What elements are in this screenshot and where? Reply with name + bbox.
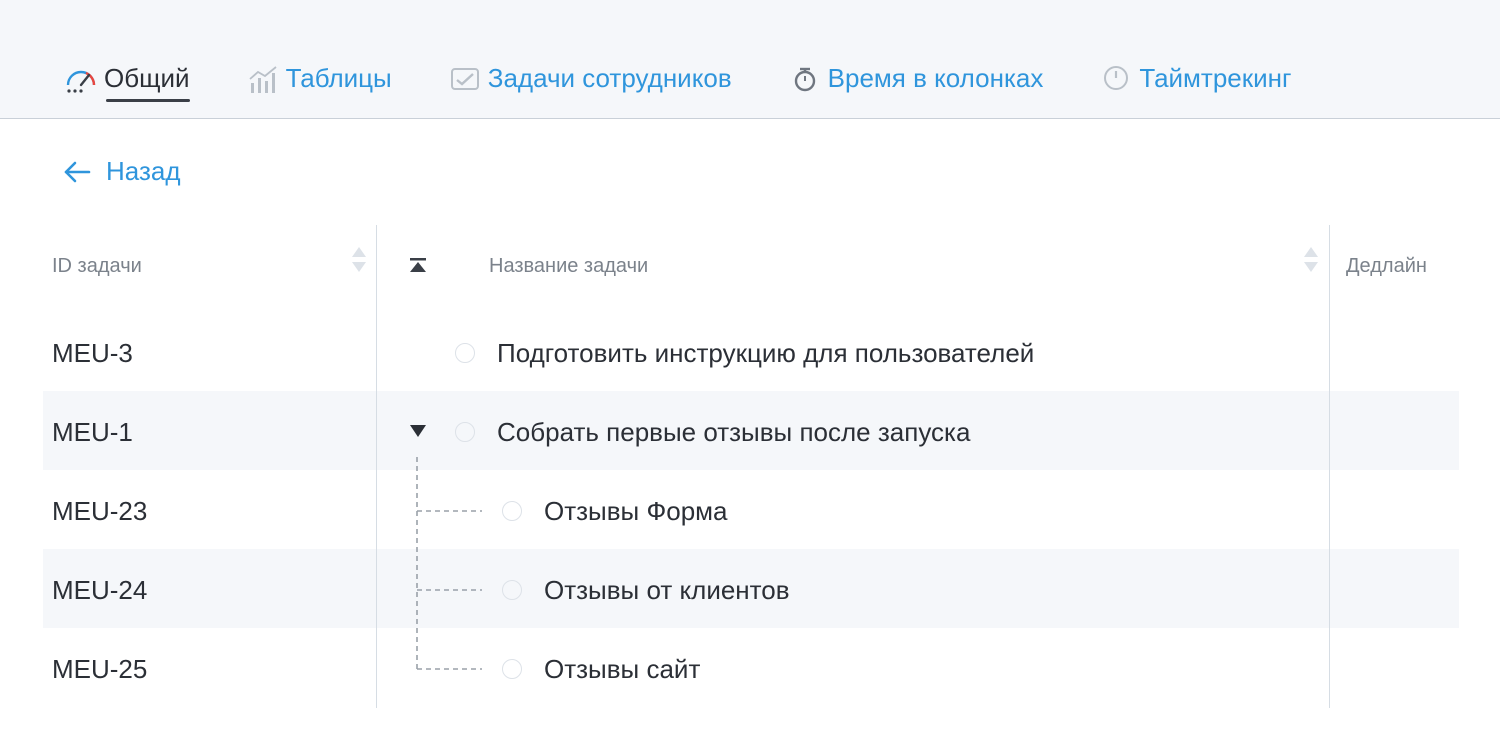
status-circle-icon[interactable]	[502, 580, 522, 600]
checklist-icon	[448, 61, 482, 95]
task-name[interactable]: Подготовить инструкцию для пользователей	[497, 338, 1034, 369]
speedometer-icon	[64, 61, 98, 95]
sort-icon[interactable]	[1303, 245, 1319, 275]
tabs: Общий Таблицы Задачи сотрудников Время в…	[64, 58, 1348, 102]
task-name[interactable]: Собрать первые отзывы после запуска	[497, 417, 970, 448]
arrow-left-icon	[62, 157, 92, 187]
expand-toggle-icon[interactable]	[409, 424, 427, 438]
tab-time-in-columns[interactable]: Время в колонках	[788, 58, 1044, 98]
task-name[interactable]: Отзывы сайт	[544, 654, 700, 685]
status-circle-icon[interactable]	[455, 343, 475, 363]
tab-timetracking[interactable]: Таймтрекинг	[1099, 58, 1292, 98]
task-id: MEU-1	[52, 417, 133, 447]
tab-general[interactable]: Общий	[64, 58, 190, 102]
tree-connector-lines	[416, 457, 482, 670]
tasks-table: ID задачи Название задачи Дедлайн MEU-3 …	[0, 225, 1500, 710]
status-circle-icon[interactable]	[502, 659, 522, 679]
stopwatch-icon	[788, 61, 822, 95]
tab-tables-label: Таблицы	[285, 62, 392, 93]
tab-employee-tasks[interactable]: Задачи сотрудников	[448, 58, 732, 98]
clock-icon	[1099, 61, 1133, 95]
task-name[interactable]: Отзывы от клиентов	[544, 575, 790, 606]
task-name[interactable]: Отзывы Форма	[544, 496, 728, 527]
tab-timetracking-label: Таймтрекинг	[1139, 62, 1292, 93]
back-label: Назад	[106, 156, 181, 186]
task-id: MEU-25	[52, 654, 148, 684]
task-id: MEU-24	[52, 575, 148, 605]
back-link[interactable]: Назад	[62, 156, 181, 187]
header-deadline[interactable]: Дедлайн	[1346, 255, 1427, 278]
top-navigation-bar: Общий Таблицы Задачи сотрудников Время в…	[0, 0, 1500, 119]
tab-tables[interactable]: Таблицы	[246, 58, 392, 98]
column-divider	[1329, 225, 1330, 708]
tab-time-in-columns-label: Время в колонках	[827, 62, 1044, 93]
status-circle-icon[interactable]	[455, 422, 475, 442]
tab-general-label: Общий	[104, 62, 190, 93]
task-id: MEU-3	[52, 338, 133, 368]
tab-employee-tasks-label: Задачи сотрудников	[487, 62, 732, 93]
bar-chart-icon	[246, 61, 280, 95]
header-name[interactable]: Название задачи	[489, 255, 648, 278]
task-id: MEU-23	[52, 496, 148, 526]
status-circle-icon[interactable]	[502, 501, 522, 521]
